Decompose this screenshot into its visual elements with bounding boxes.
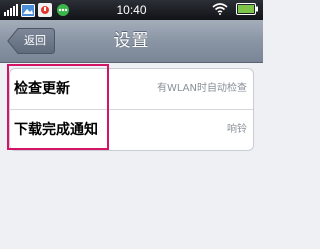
- page-title: 设置: [113, 31, 150, 51]
- status-bar: 10:40: [0, 0, 263, 20]
- nav-bar: 设置 返回: [0, 20, 263, 63]
- wifi-icon: [212, 3, 228, 15]
- status-icons-right: [212, 3, 258, 15]
- battery-icon: [236, 3, 258, 15]
- setting-value: 响铃: [227, 124, 247, 135]
- back-button[interactable]: 返回: [7, 28, 55, 54]
- highlight-annotation-box: [7, 64, 109, 150]
- setting-value: 有WLAN时自动检查: [156, 83, 247, 94]
- back-button-label: 返回: [24, 34, 46, 47]
